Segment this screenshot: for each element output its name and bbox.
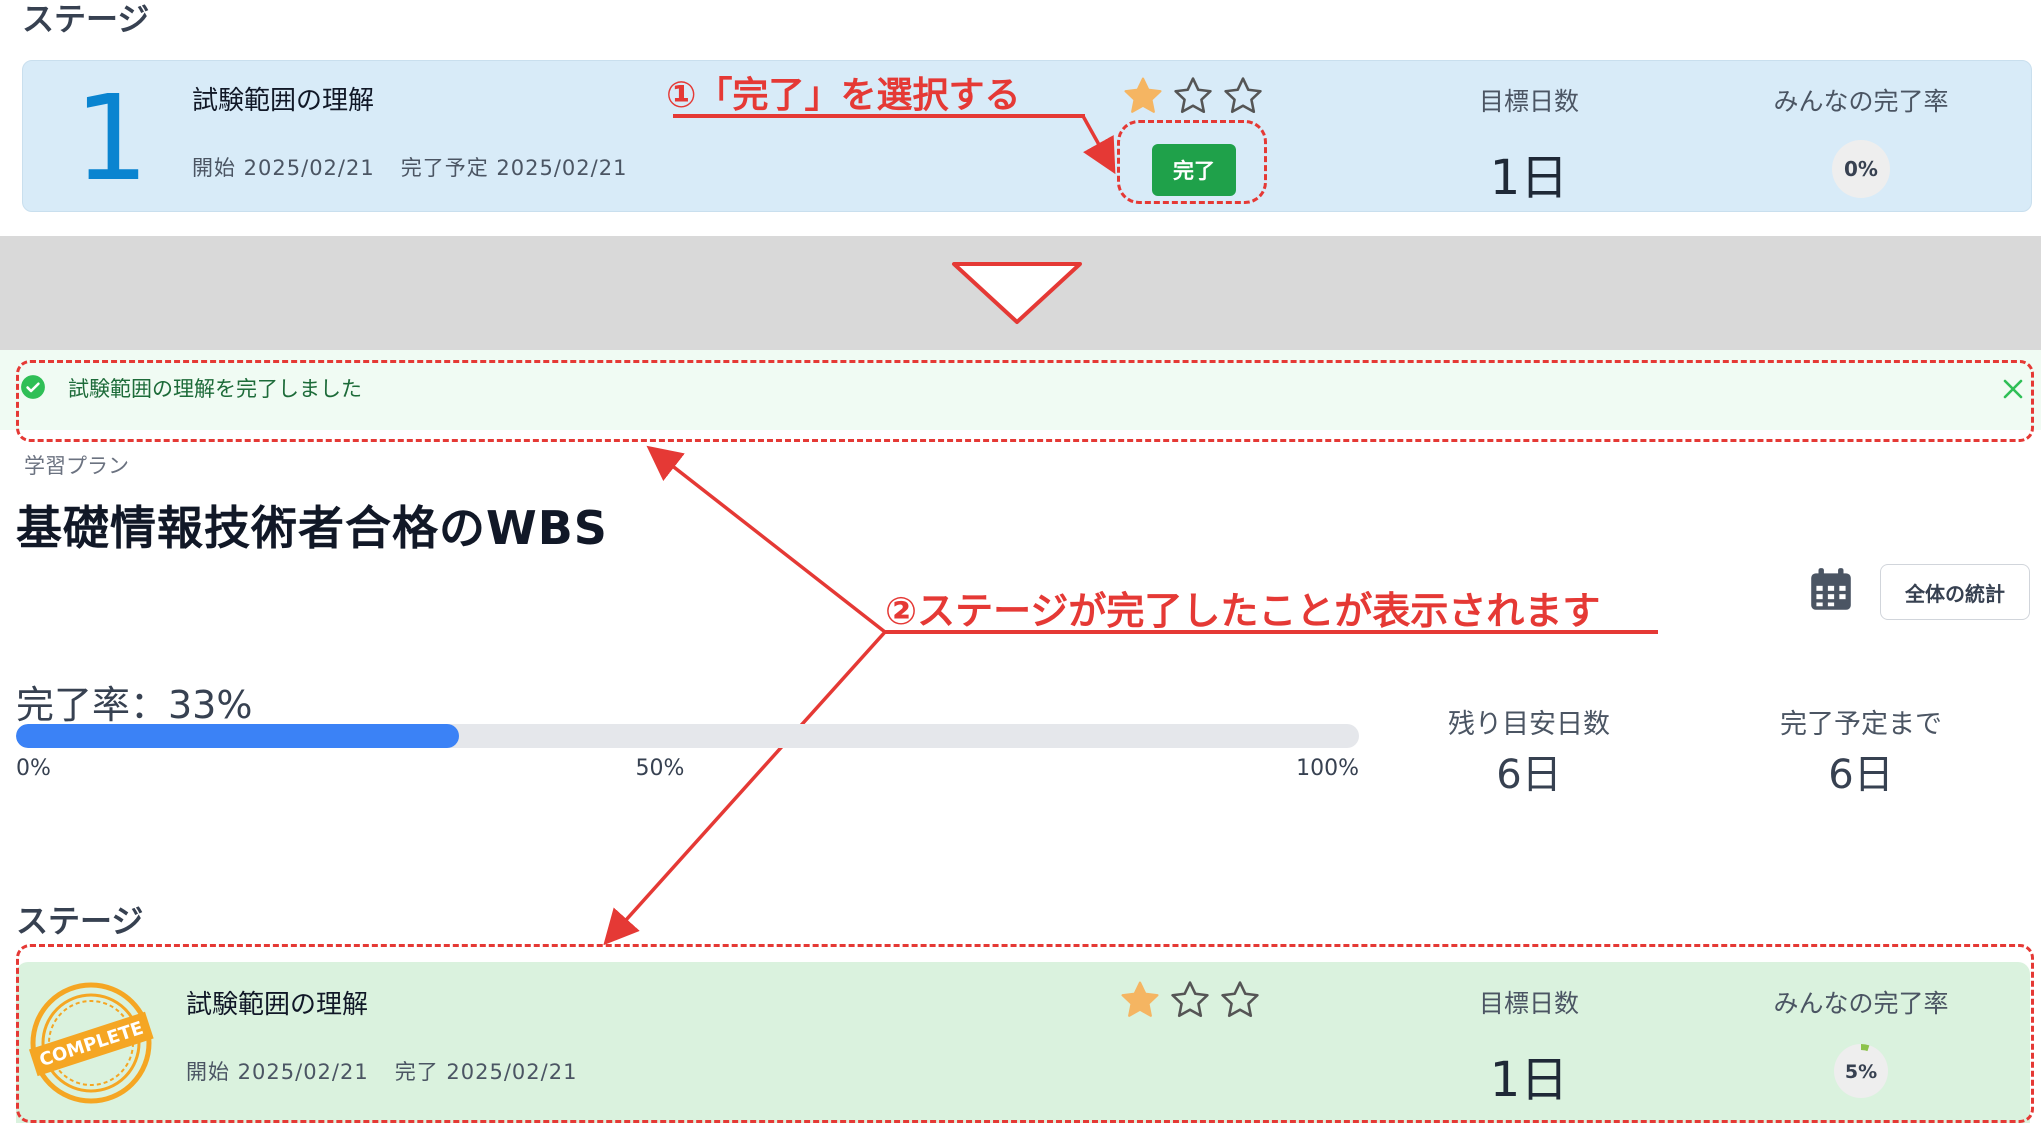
stage-start-date: 開始 2025/02/21 <box>186 1060 369 1084</box>
everyone-rate-chart: 0% <box>1832 140 1890 198</box>
stage-title: 試験範囲の理解 <box>192 86 375 116</box>
stage-number: 1 <box>74 69 150 207</box>
annotation-step1-underline <box>673 114 1085 118</box>
stage-heading-top: ステージ <box>22 0 150 38</box>
remaining-days-value: 6日 <box>1496 752 1562 798</box>
stage-dates-completed: 開始 2025/02/21 完了 2025/02/21 <box>186 1056 577 1086</box>
everyone-rate-value: 5% <box>1845 1061 1877 1083</box>
annotation-highlight-complete-button <box>1117 120 1267 204</box>
progress-fill <box>16 724 460 748</box>
down-triangle-icon <box>952 262 1082 324</box>
target-days-value: 1日 <box>1489 1052 1569 1108</box>
everyone-rate-label: みんなの完了率 <box>1773 989 1949 1018</box>
star-empty-icon[interactable] <box>1171 74 1215 118</box>
remaining-days-label: 残り目安日数 <box>1448 709 1610 740</box>
until-planned-value: 6日 <box>1828 752 1894 798</box>
stage-title-completed: 試験範囲の理解 <box>186 990 369 1020</box>
until-planned-label: 完了予定まで <box>1780 709 1942 740</box>
calendar-icon[interactable] <box>1806 564 1856 616</box>
plan-title: 基礎情報技術者合格のWBS <box>16 501 608 555</box>
annotation-highlight-stage-card <box>16 944 2034 1123</box>
star-empty-icon[interactable] <box>1221 74 1265 118</box>
star-filled-icon[interactable] <box>1118 978 1162 1022</box>
star-empty-icon[interactable] <box>1218 978 1262 1022</box>
plan-label: 学習プラン <box>24 454 129 478</box>
stage-completed-date: 完了 2025/02/21 <box>394 1060 578 1084</box>
target-days-value: 1日 <box>1489 150 1569 206</box>
annotation-step2: ②ステージが完了したことが表示されます <box>885 589 1601 633</box>
progress-axis-0: 0% <box>16 756 51 781</box>
target-days-label: 目標日数 <box>1478 989 1579 1018</box>
stage-dates: 開始 2025/02/21 完了予定 2025/02/21 <box>192 152 627 182</box>
everyone-rate-label: みんなの完了率 <box>1773 87 1949 116</box>
progress-track <box>16 724 1359 748</box>
star-filled-icon[interactable] <box>1121 74 1165 118</box>
completion-rate-label: 完了率：33% <box>16 683 253 727</box>
stage-start-date: 開始 2025/02/21 <box>192 156 375 180</box>
progress-axis-50: 50% <box>635 756 685 781</box>
target-days-label: 目標日数 <box>1478 87 1579 116</box>
stage-planned-date: 完了予定 2025/02/21 <box>400 156 628 180</box>
star-empty-icon[interactable] <box>1168 978 1212 1022</box>
complete-badge-icon: COMPLETE <box>28 982 154 1104</box>
overall-stats-button[interactable]: 全体の統計 <box>1880 564 2030 620</box>
annotation-highlight-alert <box>16 360 2034 442</box>
progress-axis-100: 100% <box>1296 756 1359 781</box>
stage-heading-bottom: ステージ <box>16 902 144 940</box>
annotation-step1: ①「完了」を選択する <box>666 75 1021 116</box>
everyone-rate-chart: 5% <box>1834 1044 1888 1098</box>
